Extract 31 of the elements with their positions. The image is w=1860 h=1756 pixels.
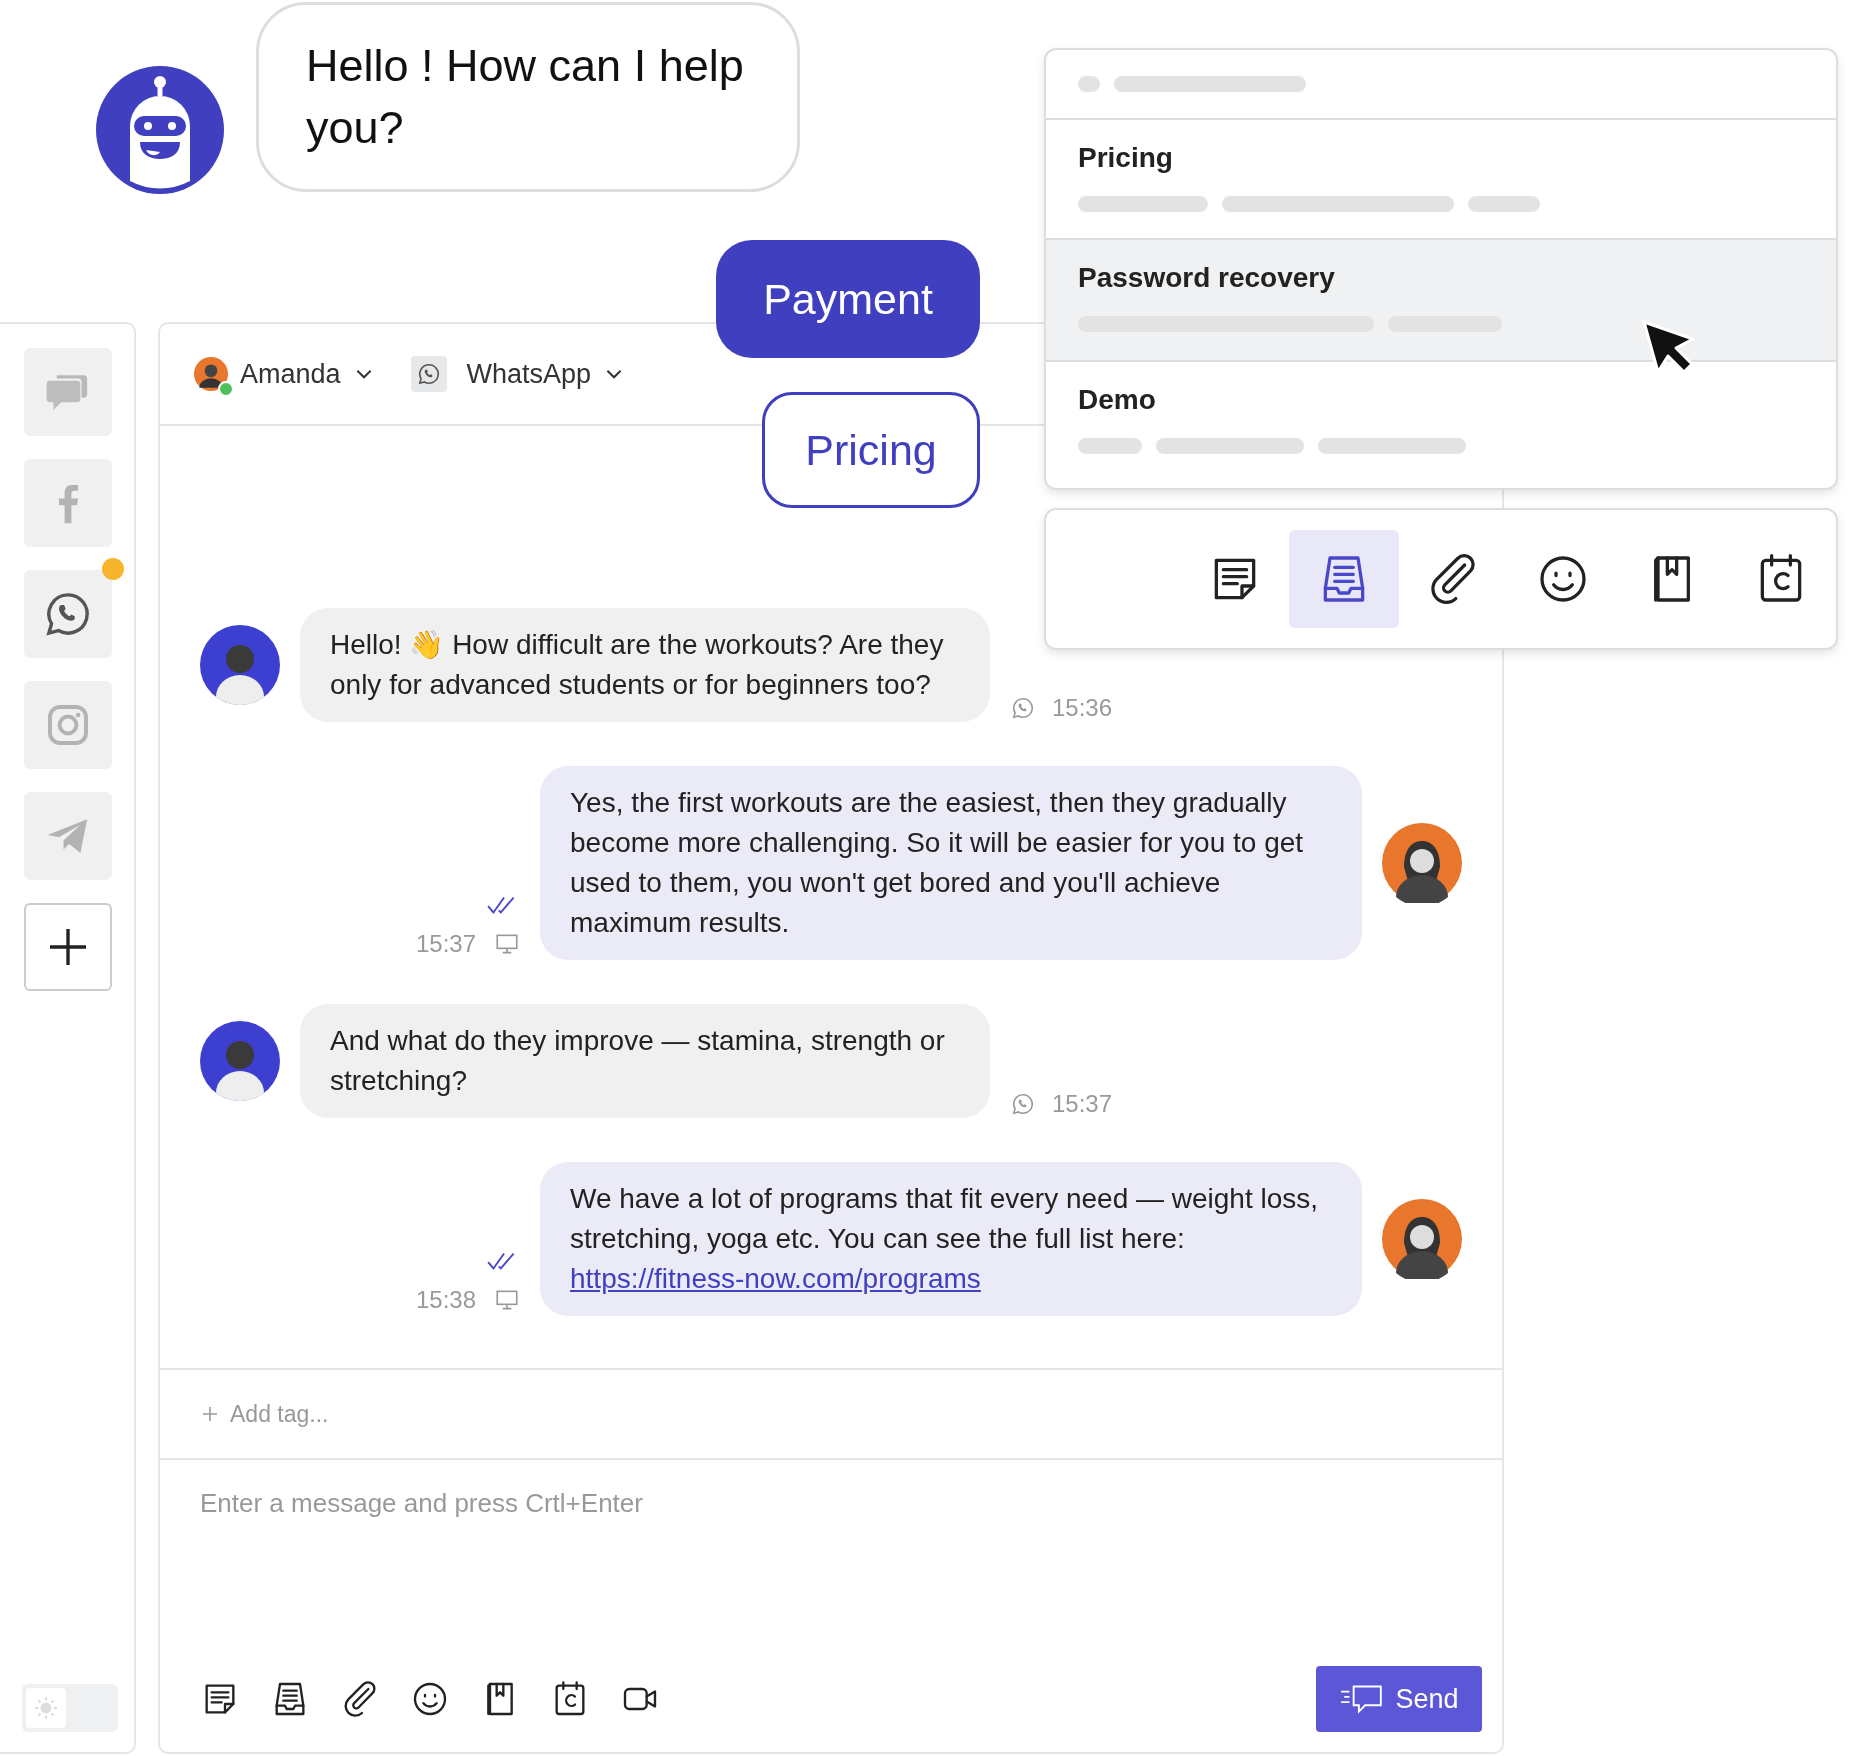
agent-selector[interactable]: Amanda: [194, 357, 375, 391]
message-time: 15:37: [1052, 1090, 1113, 1118]
whatsapp-icon: [1010, 1091, 1036, 1117]
template-title: Password recovery: [1078, 262, 1336, 294]
message-bubble: Hello! 👋 How difficult are the workouts? Are they only for advanced students or for beginners too?: [300, 608, 990, 722]
template-item[interactable]: Password recovery: [1046, 240, 1836, 362]
plus-button[interactable]: [24, 903, 112, 991]
template-title: Pricing: [1078, 142, 1174, 174]
avatar: [194, 357, 228, 391]
message-text: Yes, the first workouts are the easiest, then they gradually become more challenging. So it will be easier for you to get used to them, you won't get bored and you'll achieve maximum results.: [570, 787, 1304, 938]
robot-icon: [96, 66, 224, 194]
link[interactable]: https://fitness-now.com/programs: [570, 1263, 981, 1294]
bot-message: Hello ! How can I help you?: [256, 2, 800, 192]
quick-reply-button[interactable]: Payment: [716, 240, 980, 358]
template-title: Demo: [1078, 384, 1157, 416]
skeleton-line: [1078, 438, 1142, 454]
send-button[interactable]: Send: [1316, 1666, 1482, 1732]
message-time: 15:37: [415, 930, 476, 958]
whatsapp-button[interactable]: [24, 570, 112, 658]
skeleton-line: [1468, 196, 1540, 212]
message-time: 15:36: [1052, 694, 1113, 722]
template-item[interactable]: Demo: [1046, 362, 1836, 482]
theme-toggle[interactable]: [22, 1684, 118, 1732]
channel-selector[interactable]: WhatsApp: [410, 356, 626, 392]
message-text: We have a lot of programs that fit every need — weight loss, stretching, yoga etc. You can see the full list here:: [570, 1183, 1319, 1254]
message-time: 15:38: [415, 1286, 476, 1314]
whatsapp-icon: [1010, 695, 1036, 721]
plus-icon: [200, 1404, 220, 1424]
message-bubble: And what do they improve — stamina, strength or stretching?: [300, 1004, 990, 1118]
whatsapp-icon: [410, 356, 447, 392]
quick-reply-button[interactable]: Pricing: [762, 392, 980, 508]
